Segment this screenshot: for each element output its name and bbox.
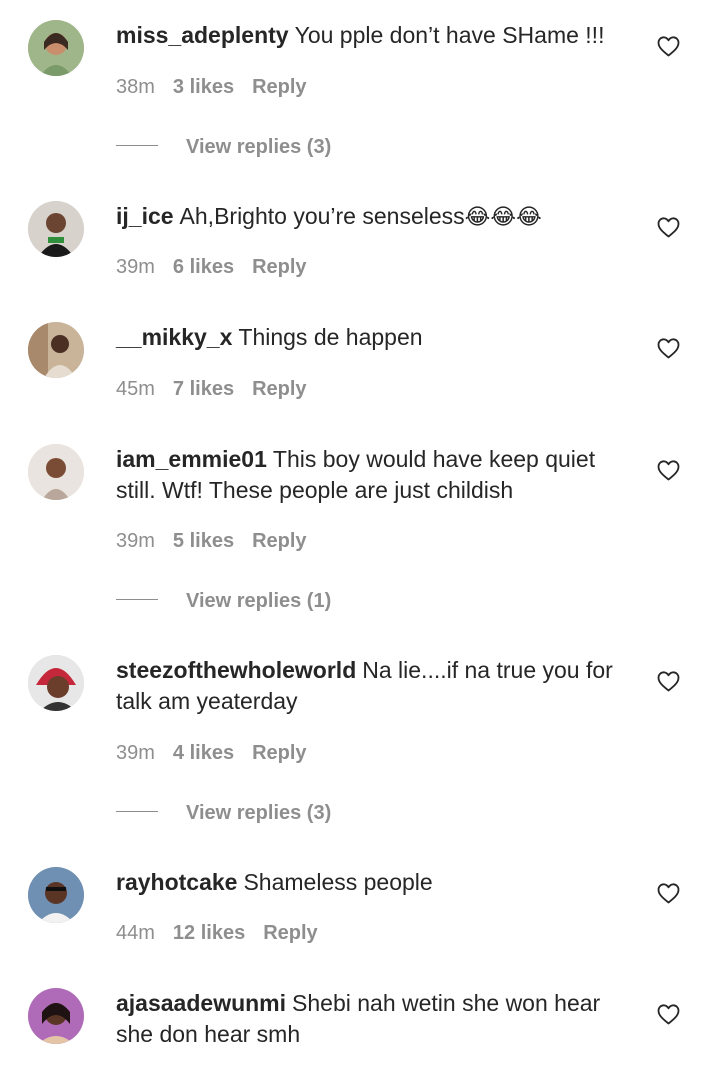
timestamp: 39m [116,742,155,764]
timestamp: 44m [116,922,155,944]
comment-text: miss_adeplenty You pple don’t have SHame … [116,20,636,51]
likes-count[interactable]: 4 likes [173,741,234,765]
comment-meta: 39m 6 likes Reply [116,255,325,279]
avatar[interactable] [28,322,84,378]
reply-button[interactable]: Reply [252,377,306,401]
likes-count[interactable]: 12 likes [173,921,245,945]
likes-count[interactable]: 3 likes [173,75,234,99]
username[interactable]: iam_emmie01 [116,446,267,472]
comment-text: steezofthewholeworld Na lie....if na true… [116,655,636,717]
username[interactable]: ajasaadewunmi [116,990,286,1016]
avatar[interactable] [28,20,84,76]
likes-count[interactable]: 6 likes [173,255,234,279]
reply-button[interactable]: Reply [252,75,306,99]
avatar[interactable] [28,655,84,711]
timestamp: 45m [116,378,155,400]
reply-button[interactable]: Reply [252,529,306,553]
timestamp: 39m [116,256,155,278]
comment-text: ajasaadewunmi Shebi nah wetin she won hea… [116,988,636,1050]
view-replies-label: View replies (3) [186,802,332,824]
comment-text: iam_emmie01 This boy would have keep quie… [116,444,636,506]
heart-icon[interactable] [656,670,681,692]
likes-count[interactable]: 5 likes [173,529,234,553]
username[interactable]: __mikky_x [116,324,232,350]
comment-meta: 38m 3 likes Reply [116,75,325,99]
username[interactable]: ij_ice [116,203,174,229]
avatar[interactable] [28,201,84,257]
comment-body: Shameless people [243,869,433,895]
comment-text: ij_ice Ah,Brighto you’re senseless😂😂😂 [116,201,636,233]
username[interactable]: rayhotcake [116,869,237,895]
heart-icon[interactable] [656,882,681,904]
comment-body: Things de happen [238,324,423,350]
avatar[interactable] [28,867,84,923]
comment-meta: 44m 12 likes Reply [116,921,336,945]
avatar[interactable] [28,988,84,1044]
heart-icon[interactable] [656,216,681,238]
comment-text: __mikky_x Things de happen [116,322,636,353]
likes-count[interactable]: 7 likes [173,377,234,401]
divider-line [116,145,158,147]
username[interactable]: miss_adeplenty [116,22,289,48]
view-replies-button[interactable]: View replies (3) [116,135,331,159]
comment-meta: 39m 4 likes Reply [116,741,325,765]
username[interactable]: steezofthewholeworld [116,657,356,683]
comment-body: Ah,Brighto you’re senseless [179,203,465,229]
reply-button[interactable]: Reply [252,741,306,765]
avatar[interactable] [28,444,84,500]
view-replies-label: View replies (3) [186,136,332,158]
comment-body: You pple don’t have SHame !!! [294,22,605,48]
reply-button[interactable]: Reply [252,255,306,279]
timestamp: 38m [116,76,155,98]
comment-text: rayhotcake Shameless people [116,867,636,898]
heart-icon[interactable] [656,35,681,57]
comment-meta: 39m 5 likes Reply [116,529,325,553]
reply-button[interactable]: Reply [263,921,317,945]
heart-icon[interactable] [656,337,681,359]
divider-line [116,599,158,601]
heart-icon[interactable] [656,1003,681,1025]
timestamp: 39m [116,530,155,552]
view-replies-button[interactable]: View replies (1) [116,589,331,613]
heart-icon[interactable] [656,459,681,481]
laughing-emoji: 😂😂😂 [464,205,542,230]
view-replies-button[interactable]: View replies (3) [116,801,331,825]
comment-meta: 45m 7 likes Reply [116,377,325,401]
divider-line [116,811,158,813]
view-replies-label: View replies (1) [186,590,332,612]
